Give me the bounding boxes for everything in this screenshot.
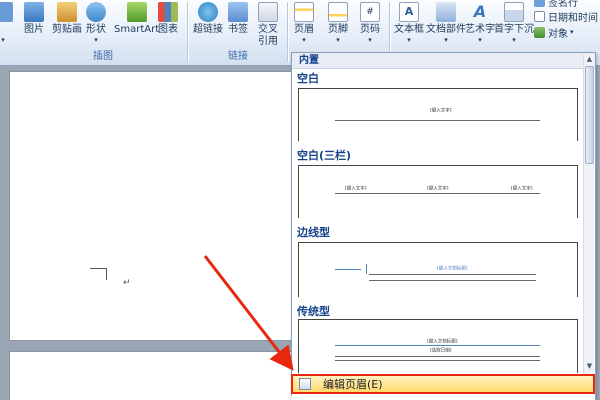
arrow-line — [203, 255, 294, 371]
annotation-arrow — [203, 255, 294, 371]
